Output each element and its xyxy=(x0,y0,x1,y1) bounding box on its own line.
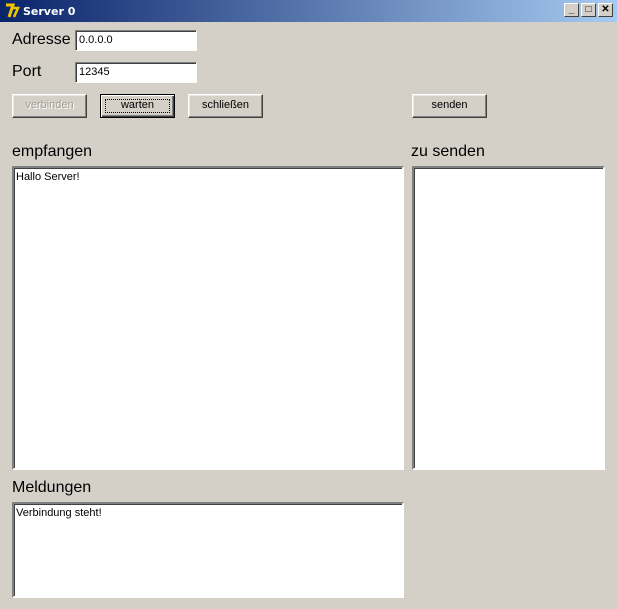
received-textarea[interactable]: Hallo Server! xyxy=(12,166,404,470)
to-send-textarea[interactable] xyxy=(412,166,605,470)
received-label: empfangen xyxy=(12,143,93,160)
window-controls: _ □ ✕ xyxy=(564,3,613,17)
connect-button[interactable]: verbinden xyxy=(12,94,87,118)
messages-label: Meldungen xyxy=(12,479,92,496)
wait-button[interactable]: warten xyxy=(100,94,175,118)
maximize-button[interactable]: □ xyxy=(581,3,596,17)
to-send-label: zu senden xyxy=(411,143,485,160)
window-title: Server 0 xyxy=(23,4,76,18)
address-field[interactable]: 0.0.0.0 xyxy=(75,30,197,51)
close-button-label: schließen xyxy=(201,99,250,111)
send-button[interactable]: senden xyxy=(412,94,487,118)
minimize-icon: _ xyxy=(568,4,575,15)
send-button-label: senden xyxy=(431,99,468,111)
port-label: Port xyxy=(12,63,42,80)
wait-button-label: warten xyxy=(120,99,155,111)
port-field[interactable]: 12345 xyxy=(75,62,197,83)
close-button[interactable]: schließen xyxy=(188,94,263,118)
messages-textarea[interactable]: Verbindung steht! xyxy=(12,502,404,598)
java-icon xyxy=(4,3,20,19)
close-icon: ✕ xyxy=(601,4,610,15)
close-window-button[interactable]: ✕ xyxy=(598,3,613,17)
connect-button-label: verbinden xyxy=(25,99,74,111)
address-label: Adresse xyxy=(12,31,71,48)
maximize-icon: □ xyxy=(585,4,592,15)
minimize-button[interactable]: _ xyxy=(564,3,579,17)
server-window: Server 0 _ □ ✕ Adresse 0.0.0.0 Port 1234… xyxy=(0,0,617,609)
title-bar[interactable]: Server 0 _ □ ✕ xyxy=(0,0,617,22)
